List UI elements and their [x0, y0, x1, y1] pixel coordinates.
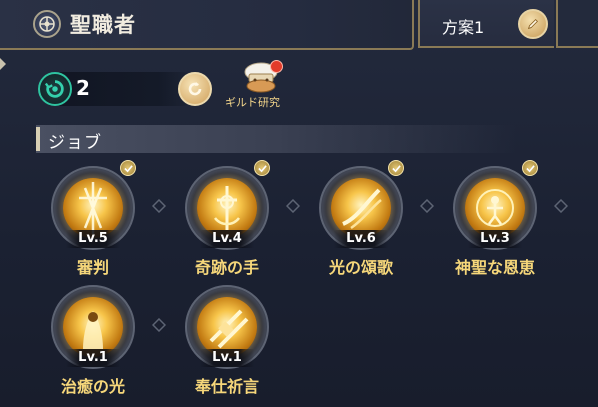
- judgment-skill-icon: [63, 178, 123, 238]
- section-header: [36, 125, 516, 153]
- section-title: ジョブ: [48, 133, 102, 153]
- skill-level: Lv.5: [66, 230, 120, 248]
- skill-card[interactable]: Lv.6 光の頌歌: [312, 160, 410, 288]
- plan-label: 方案1: [442, 18, 485, 37]
- tab-next[interactable]: [556, 0, 598, 48]
- selected-check-icon: [388, 160, 404, 176]
- skill-level: Lv.4: [200, 230, 254, 248]
- section-marker: [36, 127, 40, 151]
- skill-name: 光の頌歌: [328, 258, 393, 277]
- class-header: 聖職者: [0, 0, 414, 50]
- link-diamond-icon: [152, 318, 166, 332]
- skill-name: 奇跡の手: [194, 258, 259, 277]
- skill-point-icon: [38, 72, 72, 106]
- page-title: 聖職者: [70, 13, 136, 37]
- miracle-hand-skill-icon: [197, 178, 257, 238]
- skill-level: Lv.6: [334, 230, 388, 248]
- edit-plan-button[interactable]: [518, 9, 548, 39]
- reset-icon: [188, 82, 202, 96]
- notification-badge: [270, 60, 283, 73]
- skill-level: Lv.3: [468, 230, 522, 248]
- healing-light-skill-icon: [63, 297, 123, 357]
- skill-card[interactable]: Lv.5 審判: [44, 160, 142, 288]
- skill-card[interactable]: Lv.4 奇跡の手: [178, 160, 276, 288]
- link-diamond-icon: [554, 199, 568, 213]
- tab-plan[interactable]: 方案1: [418, 0, 554, 48]
- guild-research-label[interactable]: ギルド研究: [225, 94, 280, 110]
- side-arrow-icon: [0, 58, 6, 70]
- skill-points-value: 2: [76, 76, 90, 100]
- skill-level: Lv.1: [200, 349, 254, 367]
- service-prayer-skill-icon: [197, 297, 257, 357]
- divine-grace-skill-icon: [465, 178, 525, 238]
- skill-name: 奉仕祈言: [194, 377, 259, 396]
- skill-name: 神聖な恩恵: [454, 258, 535, 277]
- skill-name: 審判: [76, 258, 109, 277]
- link-diamond-icon: [420, 199, 434, 213]
- skill-card[interactable]: Lv.1 治癒の光: [44, 285, 142, 407]
- reset-button[interactable]: [178, 72, 212, 106]
- holy-emblem-icon[interactable]: [33, 10, 61, 38]
- link-diamond-icon: [286, 199, 300, 213]
- link-diamond-icon: [152, 199, 166, 213]
- pencil-icon: [527, 19, 538, 30]
- skill-card[interactable]: Lv.3 神聖な恩恵: [446, 160, 544, 288]
- selected-check-icon: [120, 160, 136, 176]
- skill-name: 治癒の光: [60, 377, 125, 396]
- selected-check-icon: [522, 160, 538, 176]
- light-hymn-skill-icon: [331, 178, 391, 238]
- skill-level: Lv.1: [66, 349, 120, 367]
- selected-check-icon: [254, 160, 270, 176]
- skill-card[interactable]: Lv.1 奉仕祈言: [178, 285, 276, 407]
